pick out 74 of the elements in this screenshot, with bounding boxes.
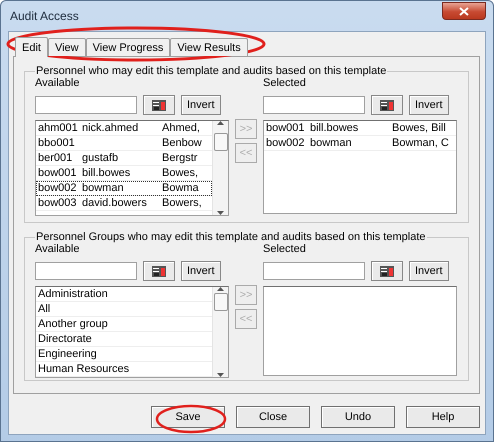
list-cell[interactable]: ber001 — [36, 151, 72, 165]
list-cell[interactable]: Bergstr — [160, 151, 198, 165]
list-cell[interactable]: Human Resources — [36, 362, 130, 376]
list-cell[interactable]: Bowma — [160, 181, 199, 195]
filter-button[interactable] — [371, 95, 403, 115]
list-cell[interactable]: Directorate — [36, 332, 92, 346]
group-title: Personnel Groups who may edit this template and audits based on this template — [35, 231, 427, 243]
list-cell[interactable]: Ahmed, — [160, 121, 200, 135]
list-cell[interactable]: bow001 — [264, 121, 305, 135]
filter-field[interactable] — [263, 262, 365, 280]
highlight-ellipse — [155, 403, 227, 435]
list-cell[interactable]: Bowes, — [160, 166, 198, 180]
list-cell[interactable]: Engineering — [36, 347, 97, 361]
list-cell[interactable]: bbo001 — [36, 136, 75, 150]
scroll-down-icon[interactable] — [217, 373, 224, 377]
invert-button[interactable]: Invert — [181, 95, 221, 115]
list-cell[interactable]: bill.bowes — [80, 166, 130, 180]
list-cell[interactable]: bow002 — [36, 181, 77, 195]
group-title: Personnel who may edit this template and audits based on this template — [35, 65, 388, 77]
list-cell[interactable]: gustafb — [80, 151, 118, 165]
tab[interactable]: View Results — [170, 38, 248, 56]
filter-icon — [152, 266, 166, 276]
list-box[interactable]: ahm001 nick.ahmed Ahmed, bbo001 Benbow ber001 gustafb Bergstr bow001 bill.bowes Bowes, bow002 bowman Bowma bow003 david.bowers Bowers, — [35, 120, 229, 216]
list-cell[interactable]: bow001 — [36, 166, 77, 180]
filter-button[interactable] — [143, 261, 175, 281]
scroll-thumb[interactable] — [214, 133, 228, 151]
list-label: Selected — [263, 77, 307, 90]
scrollbar[interactable] — [212, 287, 228, 377]
scrollbar[interactable] — [212, 121, 228, 215]
filter-icon — [152, 100, 166, 110]
list-box[interactable] — [263, 286, 457, 376]
list-cell[interactable]: All — [36, 302, 50, 316]
list-cell[interactable]: david.bowers — [80, 196, 147, 210]
scroll-up-icon[interactable] — [217, 121, 224, 125]
close-button[interactable] — [442, 2, 486, 20]
tab[interactable]: View — [48, 38, 86, 56]
filter-button[interactable] — [143, 95, 175, 115]
list-cell[interactable]: bow003 — [36, 196, 77, 210]
dialog-button[interactable]: Undo — [321, 406, 395, 428]
tab[interactable]: View Progress — [86, 38, 170, 56]
list-box[interactable]: bow001 bill.bowes Bowes, Bill bow002 bowman Bowman, C — [263, 120, 457, 214]
scroll-down-icon[interactable] — [217, 211, 224, 215]
tab[interactable]: Edit — [15, 37, 48, 57]
list-cell[interactable]: Bowman, C — [390, 136, 449, 150]
list-cell[interactable]: bowman — [80, 181, 124, 195]
scroll-thumb[interactable] — [214, 293, 228, 311]
list-cell[interactable]: nick.ahmed — [80, 121, 138, 135]
list-label: Available — [35, 243, 80, 256]
filter-field[interactable] — [35, 96, 137, 114]
list-cell[interactable]: bill.bowes — [308, 121, 358, 135]
list-cell[interactable]: ahm001 — [36, 121, 78, 135]
invert-button[interactable]: Invert — [409, 261, 449, 281]
invert-button[interactable]: Invert — [409, 95, 449, 115]
window-title: Audit Access — [9, 9, 79, 23]
list-label: Available — [35, 77, 80, 90]
dialog-button[interactable]: Close — [236, 406, 310, 428]
list-cell[interactable]: Another group — [36, 317, 108, 331]
filter-button[interactable] — [371, 261, 403, 281]
filter-icon — [380, 100, 394, 110]
list-cell[interactable]: bow002 — [264, 136, 305, 150]
dialog-button[interactable]: Help — [406, 406, 480, 428]
list-cell[interactable]: Administration — [36, 287, 108, 301]
filter-field[interactable] — [35, 262, 137, 280]
list-cell[interactable]: Benbow — [160, 136, 202, 150]
filter-field[interactable] — [263, 96, 365, 114]
list-box[interactable]: Administration All Another group Directorate Engineering Human Resources — [35, 286, 229, 378]
invert-button[interactable]: Invert — [181, 261, 221, 281]
list-label: Selected — [263, 243, 307, 256]
list-cell[interactable]: Bowers, — [160, 196, 202, 210]
filter-icon — [380, 266, 394, 276]
scroll-up-icon[interactable] — [217, 287, 224, 291]
list-cell[interactable]: bowman — [308, 136, 352, 150]
list-cell[interactable]: Bowes, Bill — [390, 121, 446, 135]
close-icon — [459, 6, 469, 16]
